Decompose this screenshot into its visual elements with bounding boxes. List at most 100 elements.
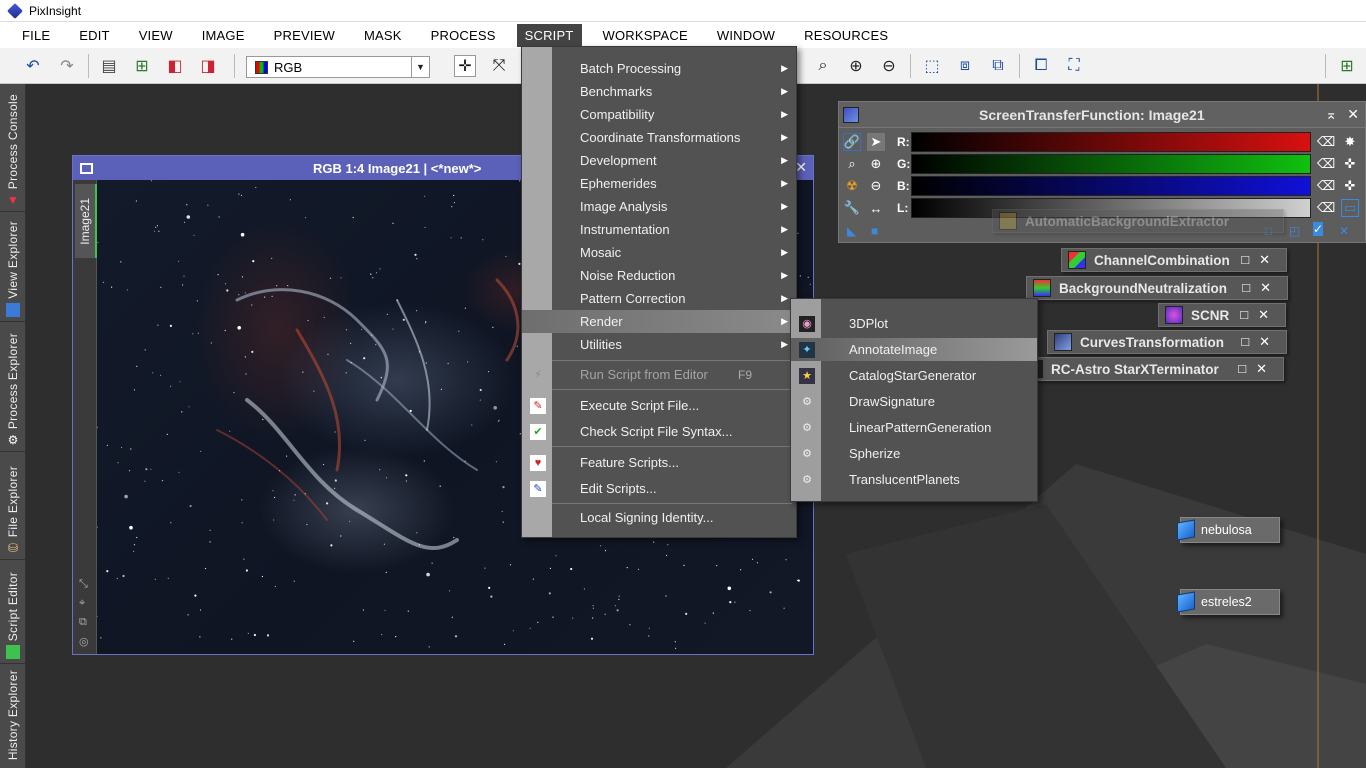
process-icon-starxterminator[interactable]: RC-Astro StarXTerminator □✕ bbox=[1026, 357, 1284, 381]
menu-process[interactable]: PROCESS bbox=[423, 24, 504, 47]
reset-icon[interactable]: ⌫ bbox=[1317, 177, 1335, 195]
image-icon-estreles2[interactable]: estreles2 bbox=[1177, 589, 1280, 615]
stf-bar-b[interactable] bbox=[911, 176, 1311, 196]
undo-icon[interactable]: ↶ bbox=[22, 55, 44, 77]
menu-item-check-syntax[interactable]: ✔ Check Script File Syntax... bbox=[522, 420, 796, 443]
process-icon-channelcombination[interactable]: ChannelCombination □✕ bbox=[1061, 248, 1287, 272]
menu-item-image-analysis[interactable]: Image Analysis ▶ bbox=[522, 195, 796, 218]
stf-header[interactable]: ScreenTransferFunction: Image21 ⌅ ✕ bbox=[839, 102, 1365, 128]
new-workspace-icon[interactable]: ⊞ bbox=[1336, 55, 1358, 77]
shade-icon[interactable]: ⌅ bbox=[1325, 106, 1337, 123]
menu-preview[interactable]: PREVIEW bbox=[266, 24, 343, 47]
tab-file-explorer[interactable]: File Explorer ⛁ bbox=[0, 452, 26, 560]
menu-item-batch-processing[interactable]: Batch Processing ▶ bbox=[522, 57, 796, 80]
monitor-icon[interactable]: ▭ bbox=[1341, 199, 1359, 217]
zoom-in-icon[interactable]: ⊕ bbox=[845, 55, 867, 77]
apply-global-icon[interactable]: ■ bbox=[871, 224, 878, 238]
stf-bar-g[interactable] bbox=[911, 154, 1311, 174]
submenu-item-linearpatterngeneration[interactable]: ⚙ LinearPatternGeneration bbox=[791, 416, 1037, 439]
submenu-item-translucentplanets[interactable]: ⚙ TranslucentPlanets bbox=[791, 468, 1037, 491]
zoom-out-icon[interactable]: ⊖ bbox=[867, 177, 885, 195]
tab-process-explorer[interactable]: Process Explorer ⚙ bbox=[0, 322, 26, 452]
pan-mode-icon[interactable]: ⤧ bbox=[488, 55, 510, 77]
submenu-item-annotateimage[interactable]: ✦ AnnotateImage bbox=[791, 338, 1037, 361]
menu-item-instrumentation[interactable]: Instrumentation ▶ bbox=[522, 218, 796, 241]
chevron-down-icon[interactable]: ▼ bbox=[411, 57, 429, 77]
close-icon[interactable]: ✕ bbox=[1347, 106, 1359, 123]
reset-icon[interactable]: ⌫ bbox=[1317, 155, 1335, 173]
readout-mode-icon[interactable]: ✛ bbox=[454, 55, 476, 77]
process-icon-scnr[interactable]: SCNR □✕ bbox=[1158, 303, 1286, 327]
crosshair-icon[interactable]: ✜ bbox=[1341, 177, 1359, 195]
menu-edit[interactable]: EDIT bbox=[71, 24, 117, 47]
link-icon[interactable]: 🔗 bbox=[843, 133, 861, 151]
menu-item-render[interactable]: Render ▶ bbox=[522, 310, 796, 333]
new-instance-icon[interactable]: ◣ bbox=[847, 224, 856, 238]
document-icon[interactable]: ◰ bbox=[1289, 224, 1300, 238]
zoom-out-icon[interactable]: ⊖ bbox=[878, 55, 900, 77]
maximize-window-icon[interactable]: ⛶ bbox=[1063, 55, 1085, 77]
icon-controls[interactable]: □✕ bbox=[1241, 252, 1280, 268]
zoom-icon[interactable]: ⌕ bbox=[812, 55, 834, 77]
menu-item-mosaic[interactable]: Mosaic ▶ bbox=[522, 241, 796, 264]
restore-window-icon[interactable]: ⧠ bbox=[1030, 55, 1052, 77]
resize-icon[interactable]: ⤡ bbox=[79, 578, 89, 591]
icon-controls[interactable]: □✕ bbox=[1241, 334, 1280, 350]
reset-icon[interactable]: ⌫ bbox=[1317, 199, 1335, 217]
tab-script-editor[interactable]: Script Editor bbox=[0, 560, 26, 664]
menu-workspace[interactable]: WORKSPACE bbox=[595, 24, 696, 47]
menu-window[interactable]: WINDOW bbox=[709, 24, 783, 47]
zoom-icon[interactable]: ⌕ bbox=[843, 155, 861, 173]
window-fit-icon[interactable]: ⧉ bbox=[987, 55, 1009, 77]
menu-script[interactable]: SCRIPT bbox=[516, 23, 582, 47]
menu-file[interactable]: FILE bbox=[14, 24, 58, 47]
stf-bar-r[interactable] bbox=[911, 132, 1311, 152]
icon-controls[interactable]: □✕ bbox=[1242, 280, 1281, 296]
crosshair-icon[interactable]: ✜ bbox=[1341, 155, 1359, 173]
settings-icon[interactable]: ◎ bbox=[79, 635, 89, 648]
process-icon-backgroundneutralization[interactable]: BackgroundNeutralization □✕ bbox=[1026, 276, 1288, 300]
tab-history-explorer[interactable]: History Explorer bbox=[0, 664, 26, 768]
wrench-icon[interactable]: 🔧 bbox=[843, 199, 861, 217]
reset-icon[interactable]: ⌫ bbox=[1317, 133, 1335, 151]
menu-mask[interactable]: MASK bbox=[356, 24, 410, 47]
menu-image[interactable]: IMAGE bbox=[194, 24, 253, 47]
zoom-in-icon[interactable]: ⊕ bbox=[867, 155, 885, 173]
process-icon-abe[interactable]: AutomaticBackgroundExtractor bbox=[992, 209, 1284, 233]
horizontal-resize-icon[interactable]: ↔ bbox=[867, 199, 885, 217]
duplicate-icon[interactable]: ⧉ bbox=[79, 616, 89, 629]
menu-item-development[interactable]: Development ▶ bbox=[522, 149, 796, 172]
image-icon-nebulosa[interactable]: nebulosa bbox=[1177, 517, 1280, 543]
submenu-item-spherize[interactable]: ⚙ Spherize bbox=[791, 442, 1037, 465]
menu-item-coordinate-transformations[interactable]: Coordinate Transformations ▶ bbox=[522, 126, 796, 149]
close-icon[interactable]: ✕ bbox=[795, 159, 807, 176]
menu-item-run-script[interactable]: ⚡ Run Script from Editor F9 bbox=[522, 363, 796, 386]
menu-item-compatibility[interactable]: Compatibility ▶ bbox=[522, 103, 796, 126]
menu-item-edit-scripts[interactable]: ✎ Edit Scripts... bbox=[522, 477, 796, 500]
menu-item-ephemerides[interactable]: Ephemerides ▶ bbox=[522, 172, 796, 195]
auto-stretch-icon[interactable]: ✸ bbox=[1341, 133, 1359, 151]
menu-item-benchmarks[interactable]: Benchmarks ▶ bbox=[522, 80, 796, 103]
zoom-fit-icon[interactable]: ⧈ bbox=[954, 55, 976, 77]
tab-view-explorer[interactable]: View Explorer bbox=[0, 212, 26, 322]
menu-item-noise-reduction[interactable]: Noise Reduction ▶ bbox=[522, 264, 796, 287]
channel-combine-icon[interactable]: ◨ bbox=[197, 55, 219, 77]
radiation-icon[interactable]: ☢ bbox=[843, 177, 861, 195]
apply-check-icon[interactable]: ✓ bbox=[1313, 222, 1324, 236]
menu-item-utilities[interactable]: Utilities ▶ bbox=[522, 333, 796, 356]
rgb-extract-icon[interactable]: ◧ bbox=[164, 55, 186, 77]
icon-controls[interactable]: □✕ bbox=[1238, 361, 1277, 377]
menu-view[interactable]: VIEW bbox=[131, 24, 181, 47]
pointer-icon[interactable]: ➤ bbox=[867, 133, 885, 151]
center-icon[interactable]: ⌖ bbox=[79, 597, 89, 610]
image-properties-icon[interactable]: ▤ bbox=[98, 55, 120, 77]
tab-process-console[interactable]: Process Console ▼ bbox=[0, 84, 26, 212]
submenu-item-catalogstargenerator[interactable]: ★ CatalogStarGenerator bbox=[791, 364, 1037, 387]
submenu-item-drawsignature[interactable]: ⚙ DrawSignature bbox=[791, 390, 1037, 413]
menu-item-pattern-correction[interactable]: Pattern Correction ▶ bbox=[522, 287, 796, 310]
redo-icon[interactable]: ↷ bbox=[56, 55, 78, 77]
fit-view-icon[interactable]: ⬚ bbox=[921, 55, 943, 77]
icon-controls[interactable]: □✕ bbox=[1240, 307, 1279, 323]
process-icon-curvestransformation[interactable]: CurvesTransformation □✕ bbox=[1047, 330, 1287, 354]
menu-resources[interactable]: RESOURCES bbox=[796, 24, 896, 47]
